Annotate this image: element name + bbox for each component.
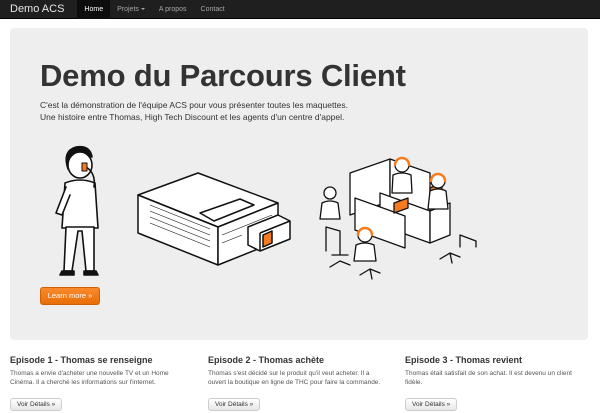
episode-1-text-line-1: Thomas a envie d'acheter une nouvelle TV… [10,370,169,377]
episode-3-text-line-2: fidèle. [405,379,423,386]
episode-3-details-button[interactable]: Voir Détails » [405,398,458,411]
episode-3-text-line-1: Thomas était satisfait de son achat. Il … [405,370,572,377]
episode-2-text: Thomas s'est décidé sur le produit qu'il… [208,369,388,387]
episode-3-card: Episode 3 - Thomas revient Thomas était … [405,355,585,411]
hero-title: Demo du Parcours Client [40,58,406,93]
episode-1-details-button[interactable]: Voir Détails » [10,398,63,411]
episode-2-card: Episode 2 - Thomas achète Thomas s'est d… [208,355,388,411]
nav-item-a-propos[interactable]: A propos [152,0,194,19]
brand-link[interactable]: Demo ACS [0,0,77,19]
call-center-illustration [319,156,477,280]
top-navbar: Demo ACS Home Projets A propos Contact [0,0,600,19]
episode-1-text: Thomas a envie d'acheter une nouvelle TV… [10,369,190,387]
learn-more-button[interactable]: Learn more » [40,287,100,305]
thomas-phone-illustration [55,145,99,276]
caret-down-icon [140,8,145,10]
episode-3-text: Thomas était satisfait de son achat. Il … [405,369,585,387]
hero-lead-line-1: C'est la démonstration de l'équipe ACS p… [40,100,349,110]
hero-illustration [55,145,477,280]
episode-1-text-line-2: Cinéma. Il a cherché les informations su… [10,379,156,386]
nav-item-home[interactable]: Home [77,0,111,19]
episode-3-title: Episode 3 - Thomas revient [405,355,523,365]
hero-lead: C'est la démonstration de l'équipe ACS p… [40,99,348,123]
episode-2-details-button[interactable]: Voir Détails » [208,398,261,411]
episode-2-title: Episode 2 - Thomas achète [208,355,325,365]
episode-1-card: Episode 1 - Thomas se renseigne Thomas a… [10,355,190,411]
nav-item-projets-label: Projets [117,5,139,13]
hero-lead-line-2: Une histoire entre Thomas, High Tech Dis… [40,112,345,122]
episode-2-text-line-1: Thomas s'est décidé sur le produit qu'il… [208,370,370,377]
episode-2-text-line-2: ouvert la boutique en ligne de THC pour … [208,379,381,386]
nav-item-projets[interactable]: Projets [110,0,152,19]
nav-item-contact[interactable]: Contact [194,0,232,19]
main-nav: Home Projets A propos Contact [77,0,231,19]
warehouse-illustration [137,172,291,266]
episode-1-title: Episode 1 - Thomas se renseigne [10,355,153,365]
hero-unit: Demo du Parcours Client C'est la démonst… [10,28,588,340]
